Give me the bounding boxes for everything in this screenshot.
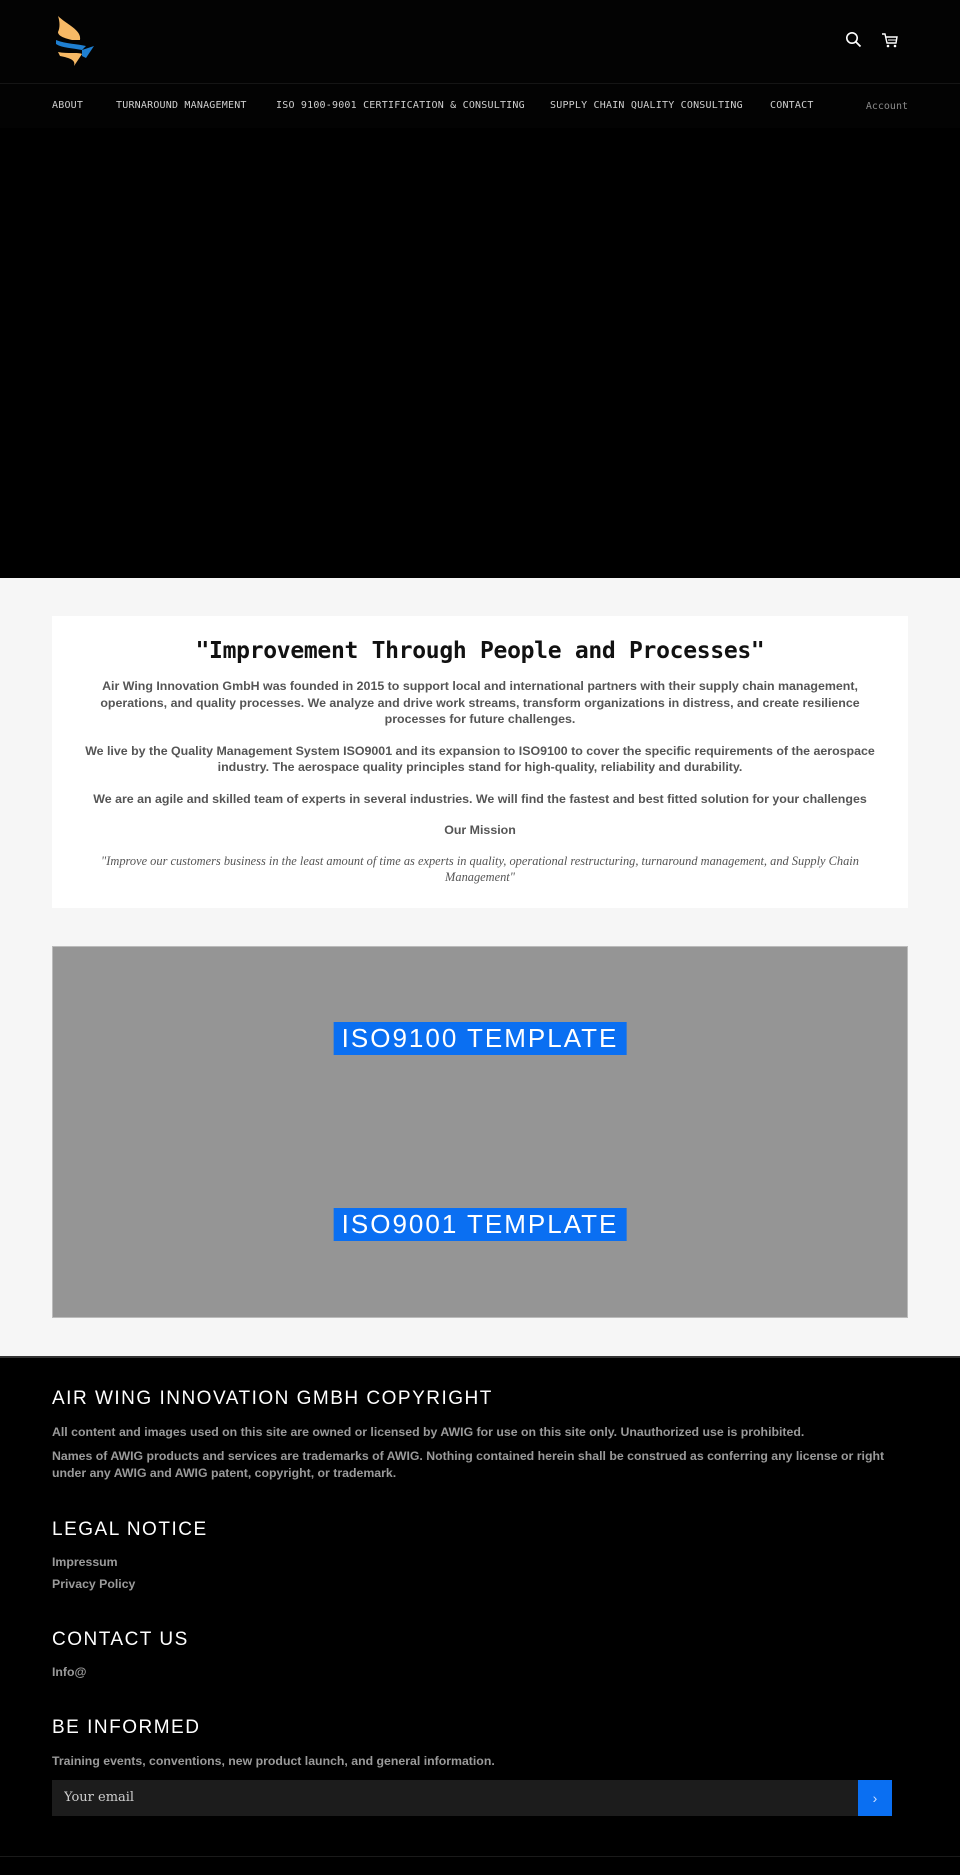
copyright-text: Names of AWIG products and services are … <box>52 1449 885 1480</box>
legal-section: LEGAL NOTICE Impressum Privacy Policy <box>52 1519 908 1591</box>
legal-title: LEGAL NOTICE <box>52 1519 208 1540</box>
newsletter-title: BE INFORMED <box>52 1717 201 1738</box>
intro-paragraph: Air Wing Innovation GmbH was founded in … <box>100 679 860 726</box>
mission-quote: "Improve our customers business in the l… <box>101 853 859 885</box>
main-nav: ABOUT TURNAROUND MANAGEMENT ISO 9100-900… <box>0 84 960 128</box>
newsletter-description: Training events, conventions, new produc… <box>52 1754 495 1768</box>
cart-icon[interactable] <box>880 30 900 50</box>
nav-item-about[interactable]: ABOUT <box>52 100 83 111</box>
copyright-text: All content and images used on this site… <box>52 1424 805 1439</box>
account-link[interactable]: Account <box>866 101 908 112</box>
contact-title: CONTACT US <box>52 1629 189 1650</box>
nav-item-contact[interactable]: CONTACT <box>770 100 814 111</box>
templates-panel: ISO9100 TEMPLATE ISO9001 TEMPLATE <box>52 945 908 1318</box>
copyright-section: AIR WING INNOVATION GMBH COPYRIGHT All c… <box>52 1388 908 1482</box>
nav-item-turnaround-management[interactable]: TURNAROUND MANAGEMENT <box>116 100 247 111</box>
logo-icon <box>56 16 94 66</box>
contact-section: CONTACT US Info@ <box>52 1629 908 1679</box>
intro-paragraph: We are an agile and skilled team of expe… <box>93 791 867 806</box>
impressum-link[interactable]: Impressum <box>52 1555 908 1569</box>
email-input[interactable] <box>52 1779 858 1816</box>
main-content: "Improvement Through People and Processe… <box>0 578 960 1356</box>
header-actions <box>844 30 900 50</box>
intro-title: "Improvement Through People and Processe… <box>195 638 765 664</box>
copyright-title: AIR WING INNOVATION GMBH COPYRIGHT <box>52 1387 493 1409</box>
intro-card: "Improvement Through People and Processe… <box>52 616 908 908</box>
iso9001-template-button[interactable]: ISO9001 TEMPLATE <box>333 1207 627 1241</box>
intro-paragraph: We live by the Quality Management System… <box>85 743 875 775</box>
hero-banner <box>0 128 960 578</box>
contact-email-link[interactable]: Info@ <box>52 1665 908 1679</box>
nav-item-iso-certification[interactable]: ISO 9100-9001 CERTIFICATION & CONSULTING <box>276 100 525 111</box>
search-icon[interactable] <box>844 30 864 50</box>
site-header <box>0 0 960 84</box>
mission-title: Our Mission <box>444 823 516 837</box>
subscribe-button[interactable]: › <box>858 1779 892 1816</box>
nav-item-supply-chain[interactable]: SUPPLY CHAIN QUALITY CONSULTING <box>550 100 743 111</box>
footer-bottom <box>0 1856 960 1869</box>
chevron-right-icon: › <box>872 1789 878 1806</box>
site-footer: AIR WING INNOVATION GMBH COPYRIGHT All c… <box>0 1355 960 1856</box>
newsletter-form: › <box>52 1779 892 1816</box>
iso9100-template-button[interactable]: ISO9100 TEMPLATE <box>333 1021 627 1055</box>
newsletter-section: BE INFORMED Training events, conventions… <box>52 1717 908 1816</box>
privacy-policy-link[interactable]: Privacy Policy <box>52 1577 908 1591</box>
logo[interactable] <box>52 14 98 68</box>
